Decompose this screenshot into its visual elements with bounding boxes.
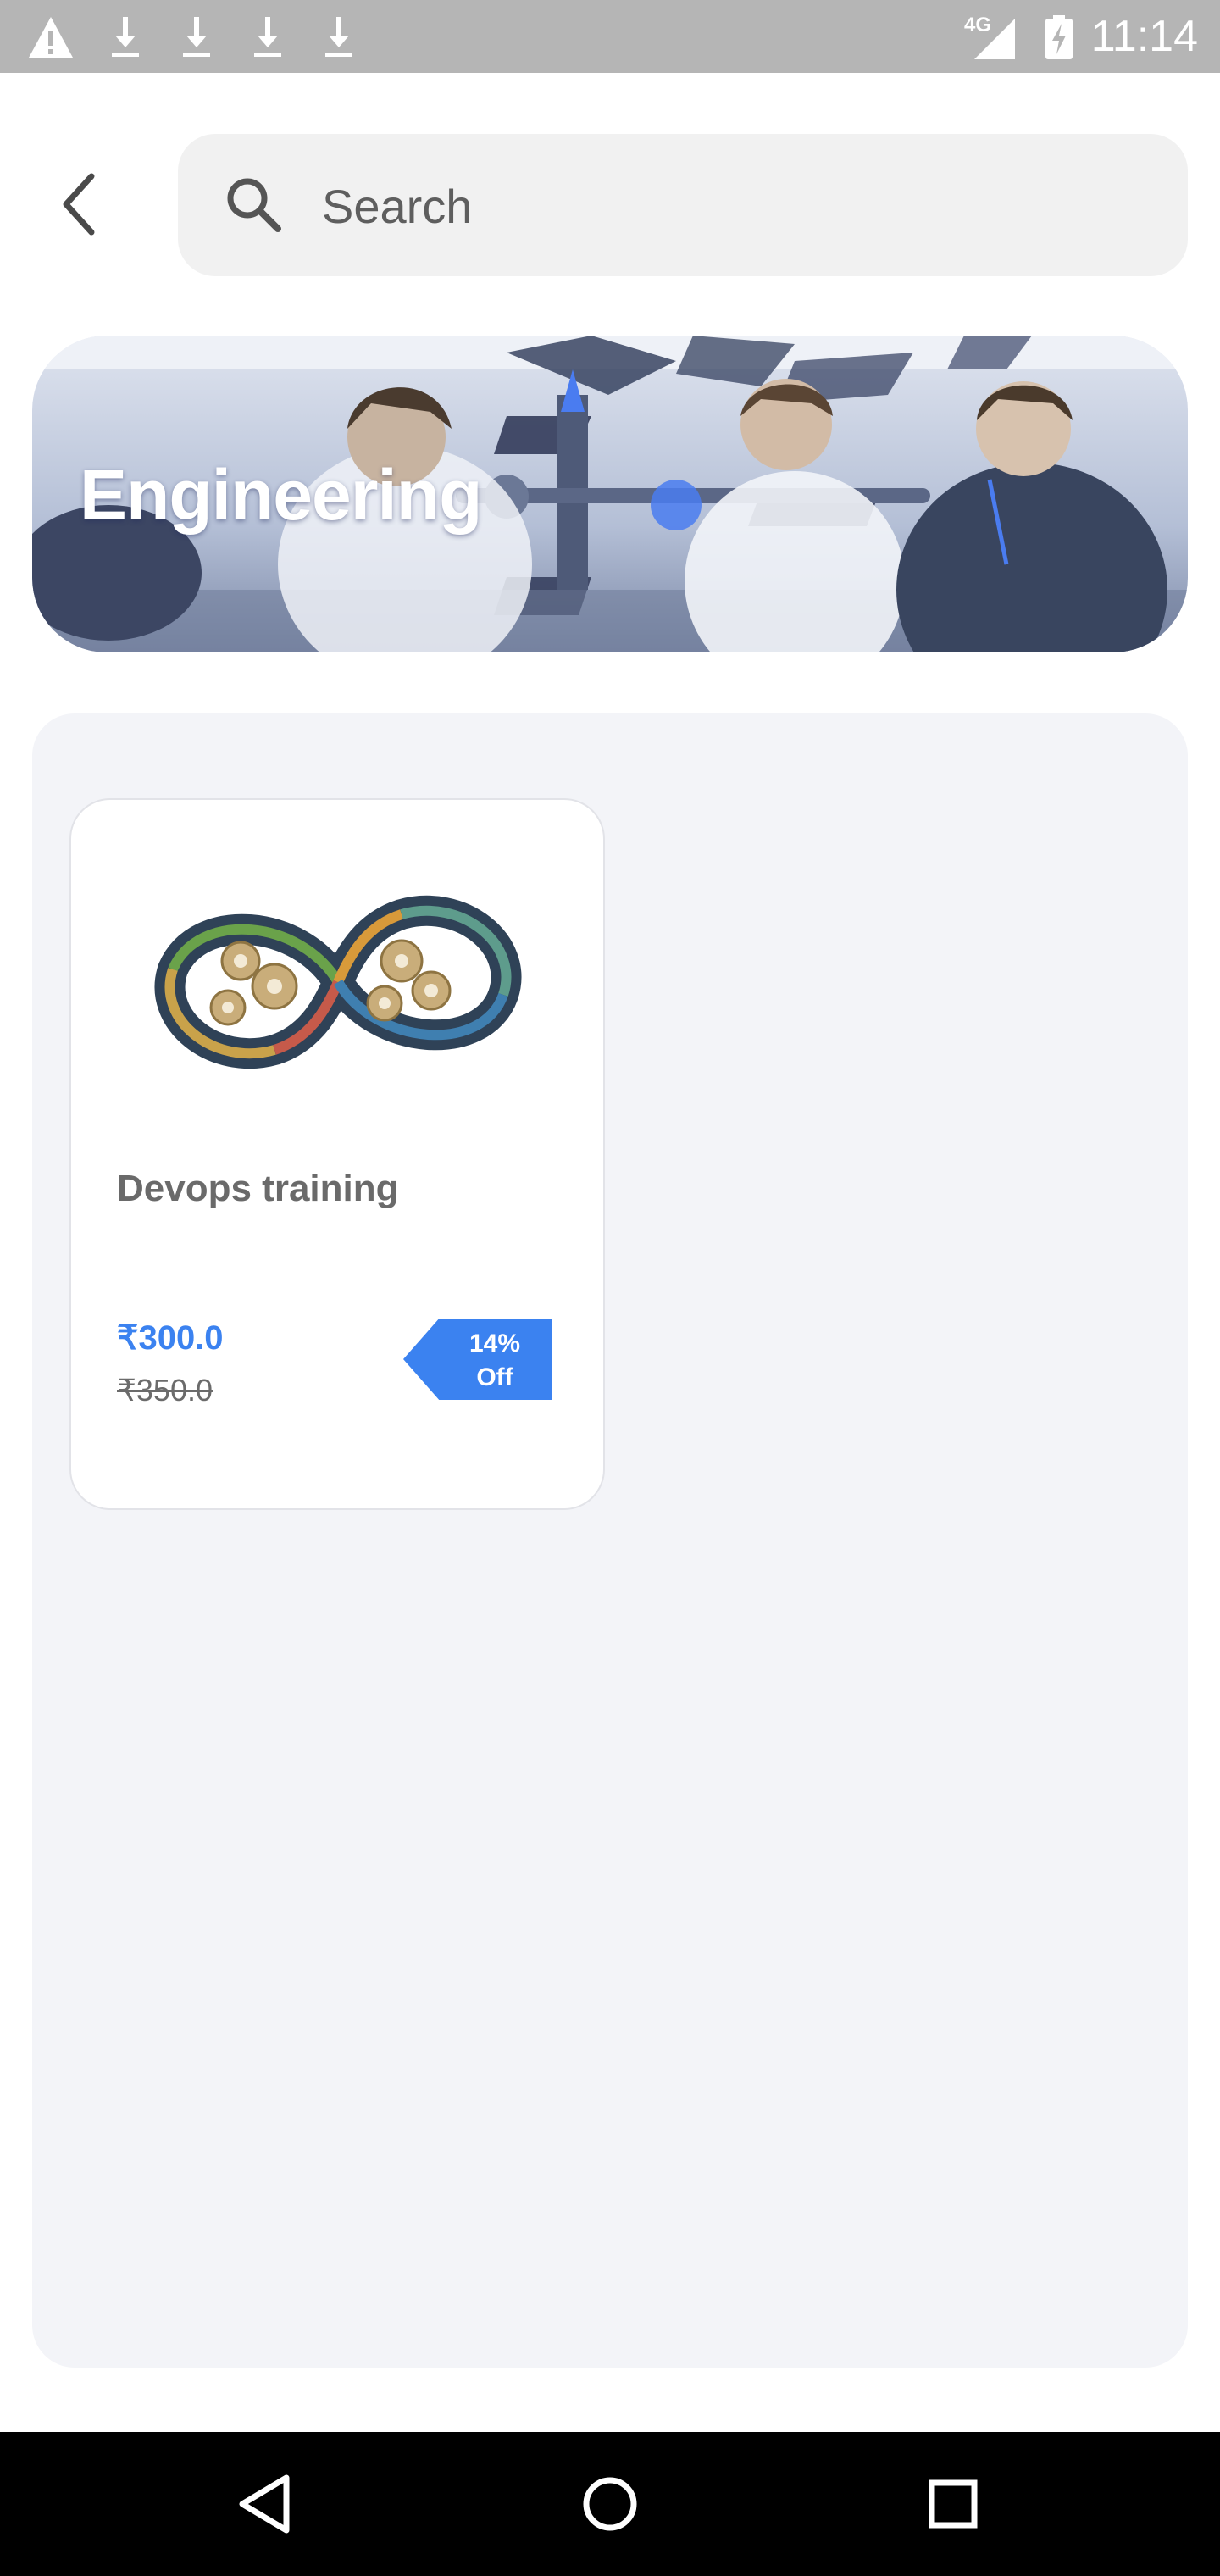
download-icon (325, 17, 352, 57)
warning-icon (29, 17, 73, 58)
banner-title: Engineering (80, 455, 482, 535)
product-card[interactable]: Devops training ₹300.0 ₹350.0 14% Off (69, 798, 605, 1510)
product-name: Devops training (117, 1168, 399, 1209)
download-icon (183, 17, 210, 57)
download-icon (112, 17, 139, 57)
battery-charging-icon (1045, 15, 1073, 59)
back-button[interactable] (47, 166, 115, 242)
discount-badge: 14% Off (403, 1319, 552, 1400)
status-time: 11:14 (1090, 12, 1198, 61)
discount-percent: 14% (469, 1330, 521, 1357)
download-icon (254, 17, 281, 57)
status-bar: 4G 11:14 (0, 0, 1220, 73)
search-input[interactable] (320, 168, 1154, 244)
product-original-price: ₹350.0 (117, 1373, 213, 1407)
devops-infinity-icon (154, 895, 522, 1069)
back-triangle-icon[interactable] (229, 2466, 305, 2542)
search-bar[interactable] (178, 134, 1188, 276)
product-price: ₹300.0 (117, 1319, 224, 1357)
home-circle-icon[interactable] (572, 2466, 648, 2542)
category-banner[interactable]: Engineering (32, 336, 1188, 652)
discount-off: Off (476, 1363, 513, 1391)
signal-icon (974, 19, 1015, 59)
chevron-left-icon (63, 173, 95, 236)
recents-square-icon[interactable] (915, 2466, 991, 2542)
search-icon (227, 178, 281, 232)
discount-label: 14% Off (437, 1327, 552, 1395)
navigation-bar (0, 2432, 1220, 2576)
product-list: Devops training ₹300.0 ₹350.0 14% Off (32, 713, 1188, 2368)
